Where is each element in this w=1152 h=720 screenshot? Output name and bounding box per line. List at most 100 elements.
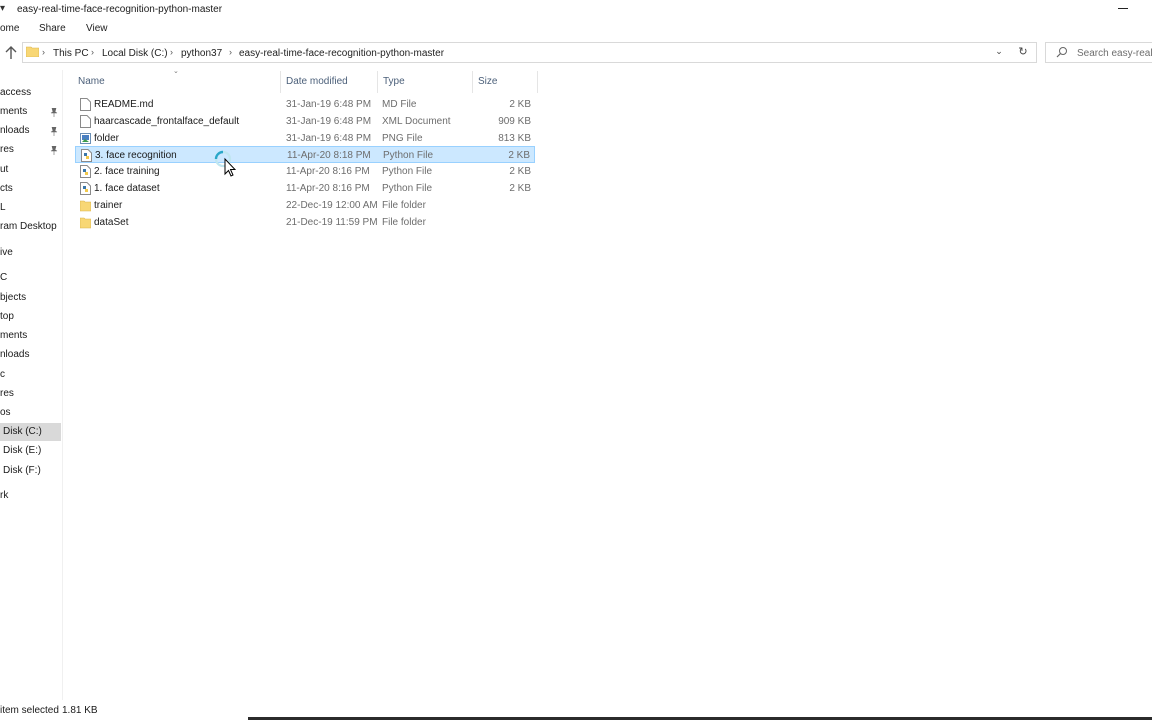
nav-item-local-disk-f[interactable]: Disk (F:) xyxy=(0,462,61,480)
nav-item-pictures[interactable]: res xyxy=(0,141,61,159)
file-date: 31-Jan-19 6:48 PM xyxy=(286,116,372,127)
column-header-name[interactable]: Name xyxy=(78,76,105,87)
column-divider[interactable] xyxy=(537,71,538,93)
nav-item-network[interactable]: rk xyxy=(0,487,61,505)
file-row-selected[interactable]: 3. face recognition 11-Apr-20 8:18 PM Py… xyxy=(75,146,535,163)
python-file-icon xyxy=(80,182,91,195)
python-file-icon xyxy=(80,165,91,178)
nav-item-label: Disk (E:) xyxy=(3,445,42,456)
breadcrumb-this-pc[interactable]: This PC xyxy=(53,48,89,59)
sort-indicator-icon: ⌄ xyxy=(173,68,179,75)
pin-icon xyxy=(50,146,58,155)
nav-item-label: cts xyxy=(0,183,13,194)
column-divider[interactable] xyxy=(280,71,281,93)
breadcrumb-separator-icon[interactable]: › xyxy=(91,47,94,57)
nav-item-documents[interactable]: ments xyxy=(0,103,61,121)
nav-item-label: L xyxy=(0,202,6,213)
up-arrow-icon xyxy=(5,46,17,59)
nav-item-label: c xyxy=(0,369,5,380)
folder-icon xyxy=(80,200,91,212)
column-divider[interactable] xyxy=(472,71,473,93)
file-size: 2 KB xyxy=(509,166,531,177)
nav-item-label: Disk (C:) xyxy=(3,426,42,437)
window-menu-icon[interactable]: ▾ xyxy=(0,3,5,14)
file-row[interactable]: 1. face dataset 11-Apr-20 8:16 PM Python… xyxy=(75,180,535,197)
nav-item-label: res xyxy=(0,144,14,155)
ribbon-tabs: ome Share View xyxy=(0,18,1152,39)
nav-item-videos[interactable]: os xyxy=(0,404,61,422)
file-name: dataSet xyxy=(94,217,129,228)
file-name: 3. face recognition xyxy=(95,150,177,161)
nav-item-out[interactable]: ut xyxy=(0,161,61,179)
file-row[interactable]: dataSet 21-Dec-19 11:59 PM File folder xyxy=(75,214,535,231)
file-date: 11-Apr-20 8:16 PM xyxy=(286,183,370,194)
file-row[interactable]: 2. face training 11-Apr-20 8:16 PM Pytho… xyxy=(75,163,535,180)
nav-item-downloads[interactable]: nloads xyxy=(0,122,61,140)
file-date: 11-Apr-20 8:18 PM xyxy=(287,150,371,161)
nav-item-l[interactable]: L xyxy=(0,199,61,217)
refresh-button[interactable]: ↻ xyxy=(1014,43,1032,61)
file-row[interactable]: README.md 31-Jan-19 6:48 PM MD File 2 KB xyxy=(75,96,535,113)
file-type: Python File xyxy=(383,150,434,161)
file-size: 2 KB xyxy=(508,150,530,161)
up-arrow-button[interactable] xyxy=(3,44,19,62)
nav-item-local-disk-c[interactable]: Disk (C:) xyxy=(0,423,61,441)
breadcrumb-separator-icon[interactable]: › xyxy=(229,47,232,57)
file-size: 2 KB xyxy=(509,183,531,194)
nav-item-documents-pc[interactable]: ments xyxy=(0,327,61,345)
breadcrumb-separator-icon[interactable]: › xyxy=(42,47,45,57)
nav-item-desktop[interactable]: top xyxy=(0,308,61,326)
python-file-icon xyxy=(81,149,92,162)
tab-view[interactable]: View xyxy=(86,23,108,34)
file-row[interactable]: haarcascade_frontalface_default 31-Jan-1… xyxy=(75,113,535,130)
nav-item-label: ive xyxy=(0,247,13,258)
file-type: File folder xyxy=(382,200,426,211)
status-selection-text: item selected xyxy=(0,705,59,716)
file-date: 31-Jan-19 6:48 PM xyxy=(286,133,372,144)
breadcrumb-current-folder[interactable]: easy-real-time-face-recognition-python-m… xyxy=(239,48,444,59)
file-row[interactable]: trainer 22-Dec-19 12:00 AM File folder xyxy=(75,197,535,214)
document-icon xyxy=(80,115,91,128)
breadcrumb-local-disk[interactable]: Local Disk (C:) xyxy=(102,48,168,59)
nav-item-quick-access[interactable]: access xyxy=(0,84,61,102)
nav-item-local-disk-e[interactable]: Disk (E:) xyxy=(0,442,61,460)
nav-item-downloads-pc[interactable]: nloads xyxy=(0,346,61,364)
nav-item-onedrive[interactable]: ive xyxy=(0,244,61,262)
nav-item-program-desktop[interactable]: ram Desktop xyxy=(0,218,61,236)
nav-item-label: ut xyxy=(0,164,9,175)
file-size: 2 KB xyxy=(509,99,531,110)
file-type: XML Document xyxy=(382,116,451,127)
file-type: MD File xyxy=(382,99,417,110)
file-name: README.md xyxy=(94,99,154,110)
nav-item-pictures-pc[interactable]: res xyxy=(0,385,61,403)
status-size-text: 1.81 KB xyxy=(62,705,98,716)
file-size: 813 KB xyxy=(498,133,531,144)
file-row[interactable]: folder 31-Jan-19 6:48 PM PNG File 813 KB xyxy=(75,130,535,147)
pane-divider[interactable] xyxy=(62,70,63,700)
file-date: 31-Jan-19 6:48 PM xyxy=(286,99,372,110)
search-placeholder: Search easy-real-t xyxy=(1077,48,1152,59)
column-header-date[interactable]: Date modified xyxy=(286,76,348,87)
nav-item-label: ments xyxy=(0,330,28,341)
nav-item-projects[interactable]: cts xyxy=(0,180,61,198)
breadcrumb-separator-icon[interactable]: › xyxy=(170,47,173,57)
document-icon xyxy=(80,98,91,111)
nav-item-this-pc[interactable]: C xyxy=(0,269,61,287)
column-divider[interactable] xyxy=(377,71,378,93)
nav-item-label: nloads xyxy=(0,349,30,360)
tab-home[interactable]: ome xyxy=(0,23,19,34)
nav-item-music[interactable]: c xyxy=(0,366,61,384)
chevron-down-icon[interactable]: ⌄ xyxy=(992,46,1006,60)
nav-item-3d-objects[interactable]: bjects xyxy=(0,289,61,307)
folder-icon xyxy=(25,46,40,58)
tab-share[interactable]: Share xyxy=(39,23,66,34)
minimize-button[interactable] xyxy=(1110,0,1136,18)
nav-item-label: rk xyxy=(0,490,9,501)
breadcrumb-python37[interactable]: python37 xyxy=(181,48,222,59)
nav-item-label: top xyxy=(0,311,14,322)
address-bar[interactable] xyxy=(22,42,1037,63)
file-name: folder xyxy=(94,133,120,144)
column-header-size[interactable]: Size xyxy=(478,76,497,87)
search-icon xyxy=(1056,46,1068,58)
column-header-type[interactable]: Type xyxy=(383,76,405,87)
